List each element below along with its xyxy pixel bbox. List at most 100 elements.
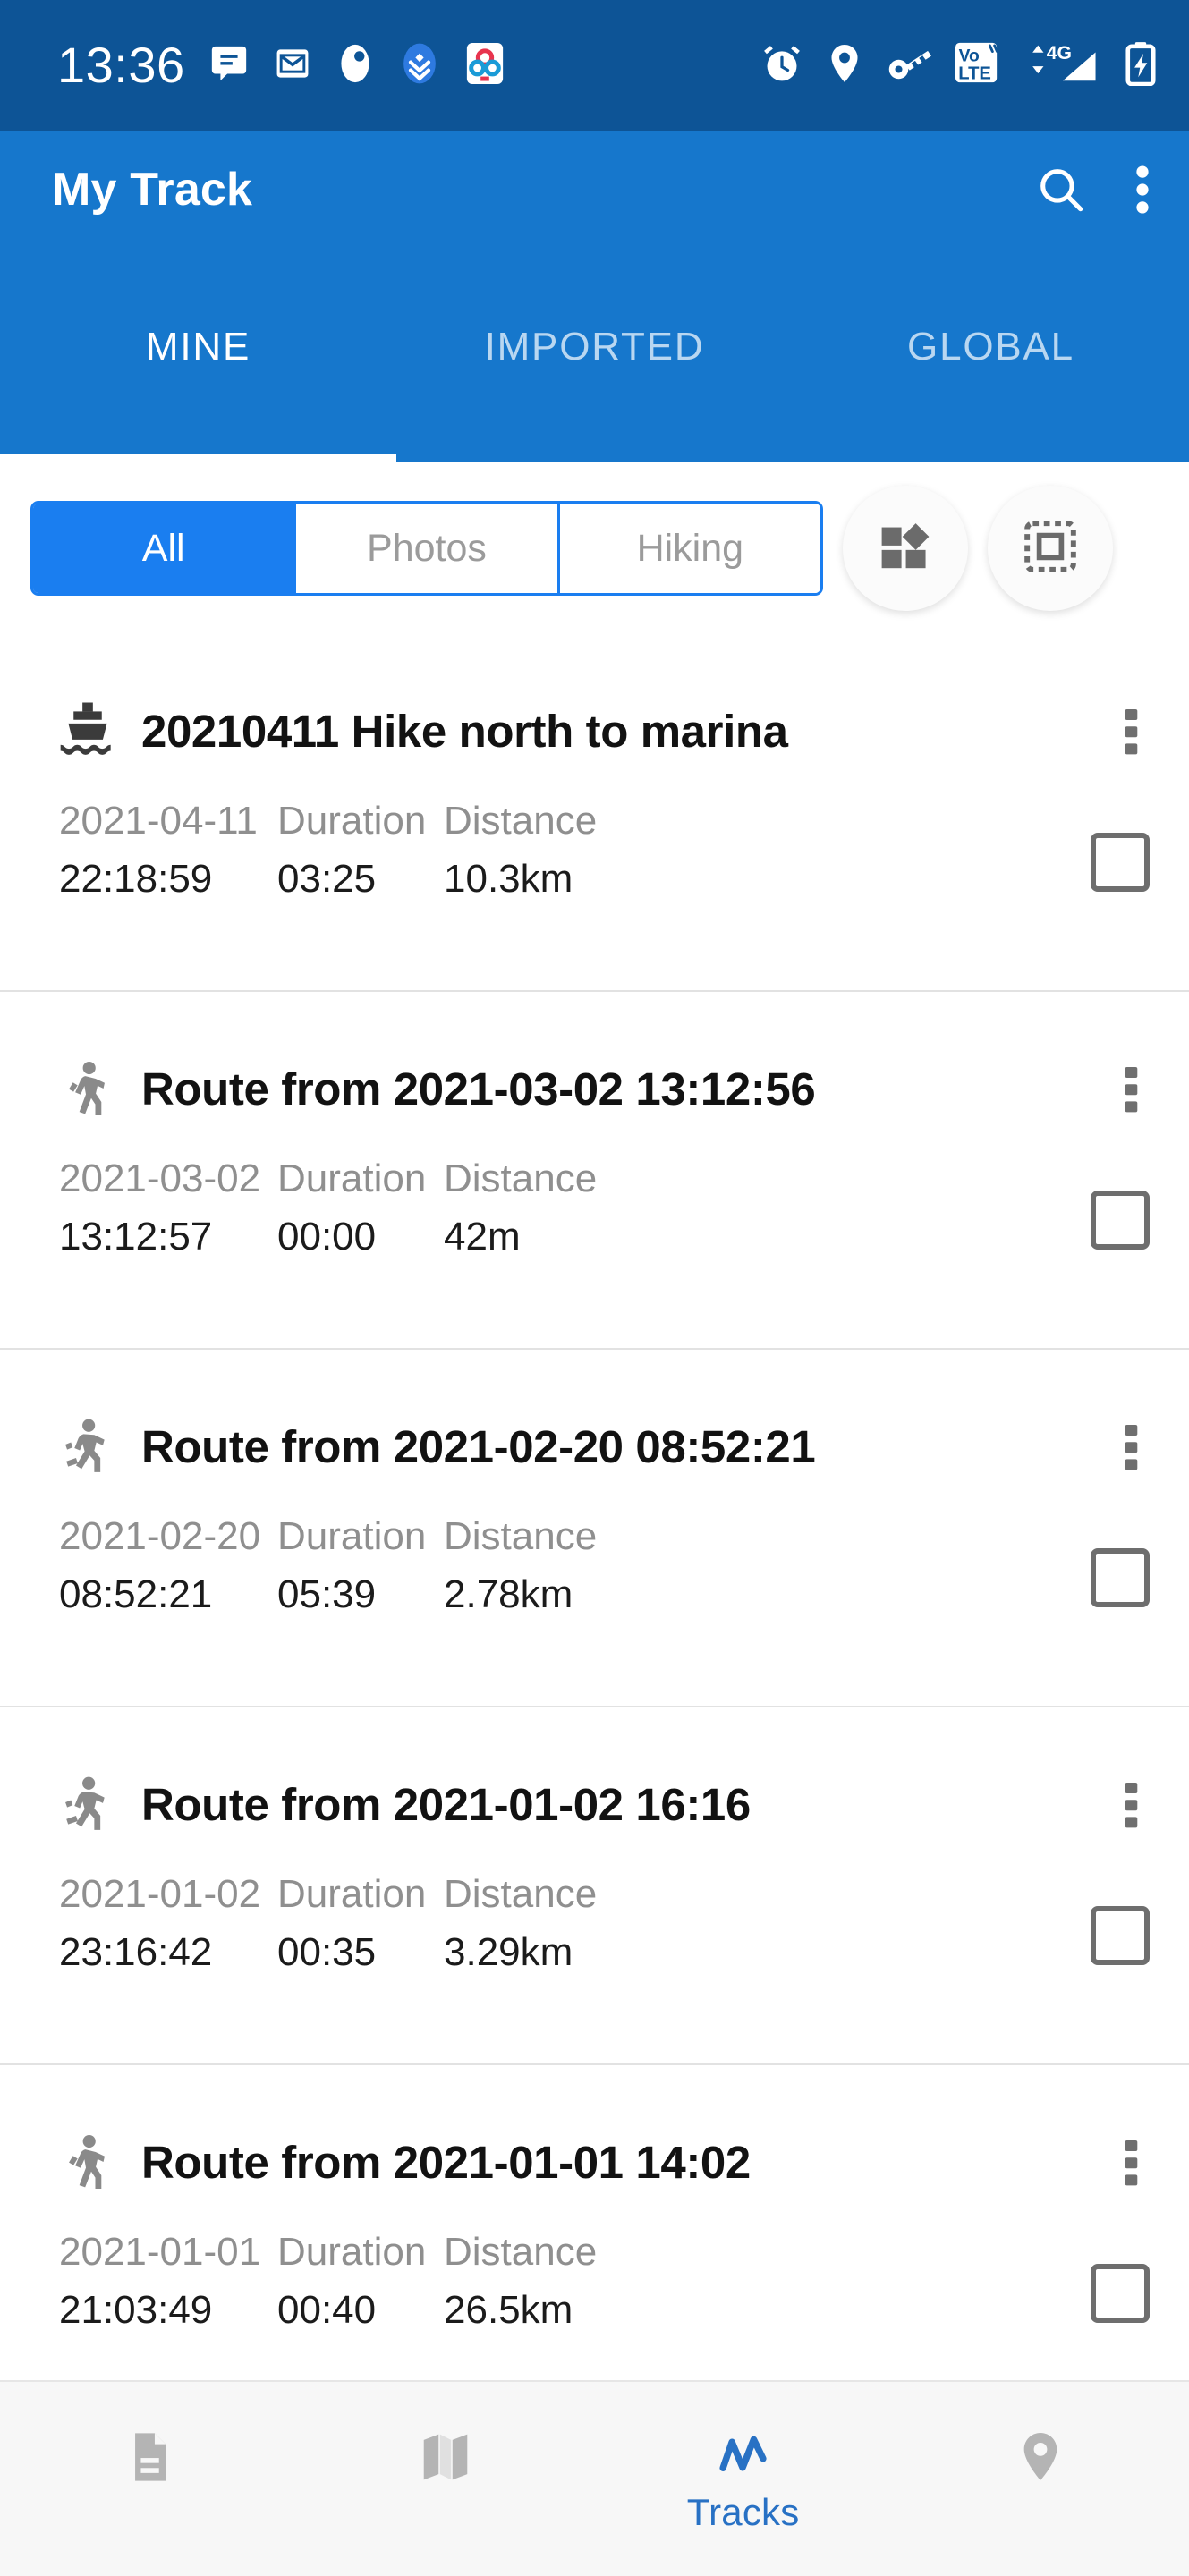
filter-segment-all[interactable]: All	[33, 504, 294, 593]
duration-value: 00:00	[277, 1214, 377, 1258]
email-icon	[273, 44, 312, 88]
filter-segment-photos[interactable]: Photos	[293, 504, 557, 593]
duration-label: Duration	[277, 2230, 427, 2274]
distance-value: 3.29km	[444, 1929, 573, 1974]
ferry-boat-icon	[54, 697, 122, 765]
row-more-vertical-icon[interactable]	[1124, 1783, 1139, 1834]
distance-value: 10.3km	[444, 856, 573, 901]
table-row[interactable]: Route from 2021-02-20 08:52:21 2021-02-2…	[0, 1350, 1189, 1707]
dashboard-widgets-button[interactable]	[843, 486, 968, 611]
tracks-line-icon	[716, 2428, 771, 2480]
status-bar-left: 13:36	[57, 40, 505, 90]
duration-label: Duration	[277, 1514, 427, 1558]
filter-row: All Photos Hiking	[0, 462, 1189, 634]
alarm-clock-icon	[761, 43, 803, 89]
row-more-vertical-icon[interactable]	[1124, 709, 1139, 760]
row-more-vertical-icon[interactable]	[1124, 2140, 1139, 2191]
nav-item-places[interactable]	[892, 2428, 1189, 2486]
svg-text:LTE: LTE	[958, 64, 991, 83]
nav-item-documents[interactable]	[0, 2428, 297, 2486]
row-select-checkbox[interactable]	[1091, 1191, 1150, 1250]
stat-duration: Duration 05:39	[277, 1513, 444, 1618]
track-date: 2021-03-02	[59, 1157, 261, 1200]
tab-global[interactable]: GLOBAL	[793, 248, 1189, 462]
stat-duration: Duration 00:35	[277, 1870, 444, 1976]
row-more-vertical-icon[interactable]	[1124, 1067, 1139, 1118]
table-row[interactable]: Route from 2021-01-02 16:16 2021-01-02 2…	[0, 1707, 1189, 2065]
track-row-header: Route from 2021-02-20 08:52:21	[54, 1350, 1159, 1480]
track-date: 2021-02-20	[59, 1514, 261, 1558]
table-row[interactable]: Route from 2021-03-02 13:12:56 2021-03-0…	[0, 992, 1189, 1350]
stat-distance: Distance 3.29km	[444, 1870, 597, 1976]
row-more-vertical-icon[interactable]	[1124, 1425, 1139, 1476]
location-pin-icon	[826, 43, 863, 89]
page-title: My Track	[52, 163, 253, 216]
distance-label: Distance	[444, 1872, 598, 1916]
tab-global-label: GLOBAL	[907, 325, 1074, 369]
more-vertical-icon[interactable]	[1134, 164, 1151, 216]
row-select-checkbox[interactable]	[1091, 833, 1150, 892]
bottom-navigation: Tracks	[0, 2380, 1189, 2576]
distance-label: Distance	[444, 1514, 598, 1558]
stat-distance: Distance 2.78km	[444, 1513, 597, 1618]
chat-bubble-icon	[208, 43, 250, 89]
distance-label: Distance	[444, 1157, 598, 1200]
table-row[interactable]: 20210411 Hike north to marina 2021-04-11…	[0, 634, 1189, 992]
nav-item-tracks[interactable]: Tracks	[595, 2428, 892, 2534]
stat-distance: Distance 10.3km	[444, 797, 597, 902]
nav-item-map[interactable]	[297, 2428, 594, 2486]
duration-value: 05:39	[277, 1572, 377, 1616]
stat-date: 2021-03-02 13:12:57	[59, 1155, 277, 1260]
download-chevrons-icon	[398, 41, 441, 90]
stat-duration: Duration 03:25	[277, 797, 444, 902]
row-select-checkbox[interactable]	[1091, 1906, 1150, 1965]
signal-4g-icon: 4G	[1024, 41, 1101, 90]
stat-distance: Distance 42m	[444, 1155, 597, 1260]
running-person-icon	[54, 1412, 122, 1480]
svg-text:Vo: Vo	[959, 47, 980, 65]
duration-value: 03:25	[277, 856, 377, 901]
app-badge-icon	[335, 42, 375, 89]
stat-duration: Duration 00:40	[277, 2228, 444, 2334]
track-time: 13:12:57	[59, 1214, 213, 1258]
filter-segment-hiking[interactable]: Hiking	[556, 504, 820, 593]
tab-imported[interactable]: IMPORTED	[396, 248, 793, 462]
track-row-stats: 2021-02-20 08:52:21 Duration 05:39 Dista…	[54, 1480, 1159, 1618]
tab-mine[interactable]: MINE	[0, 248, 396, 462]
tab-imported-label: IMPORTED	[484, 325, 705, 369]
row-select-checkbox[interactable]	[1091, 1548, 1150, 1607]
duration-label: Duration	[277, 1872, 427, 1916]
map-icon	[418, 2428, 473, 2486]
filter-segmented-control: All Photos Hiking	[30, 501, 823, 596]
status-bar-clock: 13:36	[57, 37, 185, 93]
track-title: Route from 2021-01-01 14:02	[141, 2136, 751, 2188]
row-select-checkbox[interactable]	[1091, 2264, 1150, 2323]
app-bar: My Track	[0, 131, 1189, 248]
track-row-stats: 2021-01-02 23:16:42 Duration 00:35 Dista…	[54, 1838, 1159, 1976]
distance-value: 42m	[444, 1214, 521, 1258]
distance-value: 26.5km	[444, 2287, 573, 2332]
distance-label: Distance	[444, 799, 598, 843]
app-bar-actions	[1035, 164, 1151, 216]
vpn-key-icon	[887, 43, 931, 89]
track-title: Route from 2021-02-20 08:52:21	[141, 1420, 816, 1472]
track-date: 2021-04-11	[59, 799, 258, 843]
track-row-header: 20210411 Hike north to marina	[54, 634, 1159, 765]
track-title: Route from 2021-03-02 13:12:56	[141, 1063, 816, 1114]
table-row[interactable]: Route from 2021-01-01 14:02 2021-01-01 2…	[0, 2065, 1189, 2380]
distance-value: 2.78km	[444, 1572, 573, 1616]
track-row-stats: 2021-01-01 21:03:49 Duration 00:40 Dista…	[54, 2196, 1159, 2334]
nav-item-tracks-label: Tracks	[686, 2491, 800, 2533]
volte-icon: Vo LTE	[955, 41, 1001, 90]
track-list: 20210411 Hike north to marina 2021-04-11…	[0, 634, 1189, 2380]
stat-date: 2021-01-02 23:16:42	[59, 1870, 277, 1976]
running-person-icon	[54, 1770, 122, 1838]
status-bar-right: Vo LTE 4G	[761, 41, 1157, 90]
walking-person-icon	[54, 1055, 122, 1123]
select-all-button[interactable]	[988, 486, 1113, 611]
select-all-dashed-icon	[1023, 519, 1078, 579]
search-icon[interactable]	[1035, 164, 1087, 216]
track-row-stats: 2021-04-11 22:18:59 Duration 03:25 Dista…	[54, 765, 1159, 902]
status-bar: 13:36 Vo LTE 4G	[0, 0, 1189, 131]
duration-value: 00:40	[277, 2287, 377, 2332]
